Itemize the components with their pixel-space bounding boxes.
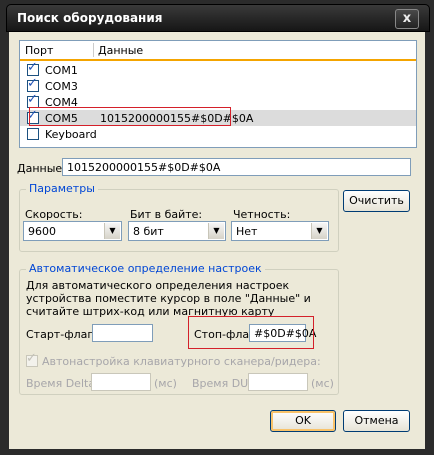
title-bar: Поиск оборудования x bbox=[6, 4, 430, 32]
speed-label: Скорость: bbox=[25, 208, 83, 221]
highlight-box-stop-flag bbox=[188, 316, 314, 349]
time-delta-unit: (мс) bbox=[154, 377, 177, 390]
port-checkbox[interactable] bbox=[27, 128, 39, 140]
bits-label: Бит в байте: bbox=[130, 208, 203, 221]
speed-value: 9600 bbox=[28, 225, 56, 238]
list-item[interactable]: ✓ COM1 bbox=[20, 60, 416, 78]
bits-select[interactable]: 8 бит ▼ bbox=[128, 221, 226, 241]
bits-value: 8 бит bbox=[133, 225, 164, 238]
port-checkbox[interactable]: ✓ bbox=[27, 60, 39, 76]
column-header-port[interactable]: Порт bbox=[25, 44, 53, 57]
speed-select[interactable]: 9600 ▼ bbox=[23, 221, 122, 241]
time-du-unit: (мс) bbox=[311, 377, 334, 390]
chevron-down-icon[interactable]: ▼ bbox=[104, 223, 120, 239]
list-header: Порт Данные bbox=[20, 41, 416, 61]
keyboard-autoconfig-label: Автонастройка клавиатурного сканера/риде… bbox=[42, 355, 321, 368]
close-icon[interactable]: x bbox=[395, 9, 419, 29]
port-name: COM1 bbox=[45, 64, 78, 77]
checkmark-icon: ✓ bbox=[27, 92, 38, 107]
chevron-down-icon[interactable]: ▼ bbox=[208, 223, 224, 239]
port-list[interactable]: Порт Данные ✓ COM1 ✓ COM3 ✓ COM4 ✓ COM5 … bbox=[19, 40, 417, 148]
parity-select[interactable]: Нет ▼ bbox=[231, 221, 329, 241]
checkmark-icon: ✓ bbox=[27, 76, 38, 91]
parity-label: Четность: bbox=[233, 208, 291, 221]
data-input[interactable]: 1015200000155#$0D#$0A bbox=[62, 158, 411, 176]
time-du-label: Время DU bbox=[192, 377, 249, 390]
start-flag-input[interactable] bbox=[92, 324, 153, 342]
start-flag-label: Старт-флаг: bbox=[26, 328, 97, 341]
data-label: Данные: bbox=[17, 162, 66, 175]
dialog-window: Поиск оборудования x Порт Данные ✓ COM1 … bbox=[0, 0, 434, 455]
auto-detect-description: Для автоматического определения настроек… bbox=[26, 279, 311, 318]
port-name: COM3 bbox=[45, 80, 78, 93]
chevron-down-icon[interactable]: ▼ bbox=[311, 223, 327, 239]
checkmark-icon: ✓ bbox=[26, 351, 37, 366]
time-delta-label: Время Delta: bbox=[26, 377, 99, 390]
auto-detect-group-title: Автоматическое определение настроек bbox=[26, 262, 265, 275]
clear-button[interactable]: Очистить bbox=[343, 190, 410, 212]
cancel-button[interactable]: Отмена bbox=[343, 410, 410, 432]
parity-value: Нет bbox=[236, 225, 258, 238]
ok-button[interactable]: OK bbox=[270, 410, 336, 432]
port-checkbox[interactable]: ✓ bbox=[27, 76, 39, 92]
time-delta-input[interactable] bbox=[91, 373, 151, 391]
port-name: Keyboard bbox=[45, 128, 97, 141]
window-title: Поиск оборудования bbox=[17, 11, 163, 25]
highlight-box-com5 bbox=[29, 107, 231, 126]
parameters-group-title: Параметры bbox=[26, 182, 98, 195]
column-header-data[interactable]: Данные bbox=[98, 44, 143, 57]
time-du-input[interactable] bbox=[248, 373, 308, 391]
dialog-client: Порт Данные ✓ COM1 ✓ COM3 ✓ COM4 ✓ COM5 … bbox=[9, 32, 425, 449]
keyboard-autoconfig-checkbox[interactable]: ✓ bbox=[26, 351, 38, 367]
list-item[interactable]: ✓ COM3 bbox=[20, 76, 416, 94]
column-separator bbox=[93, 43, 94, 57]
checkmark-icon: ✓ bbox=[27, 60, 38, 75]
list-item[interactable]: Keyboard bbox=[20, 126, 416, 142]
